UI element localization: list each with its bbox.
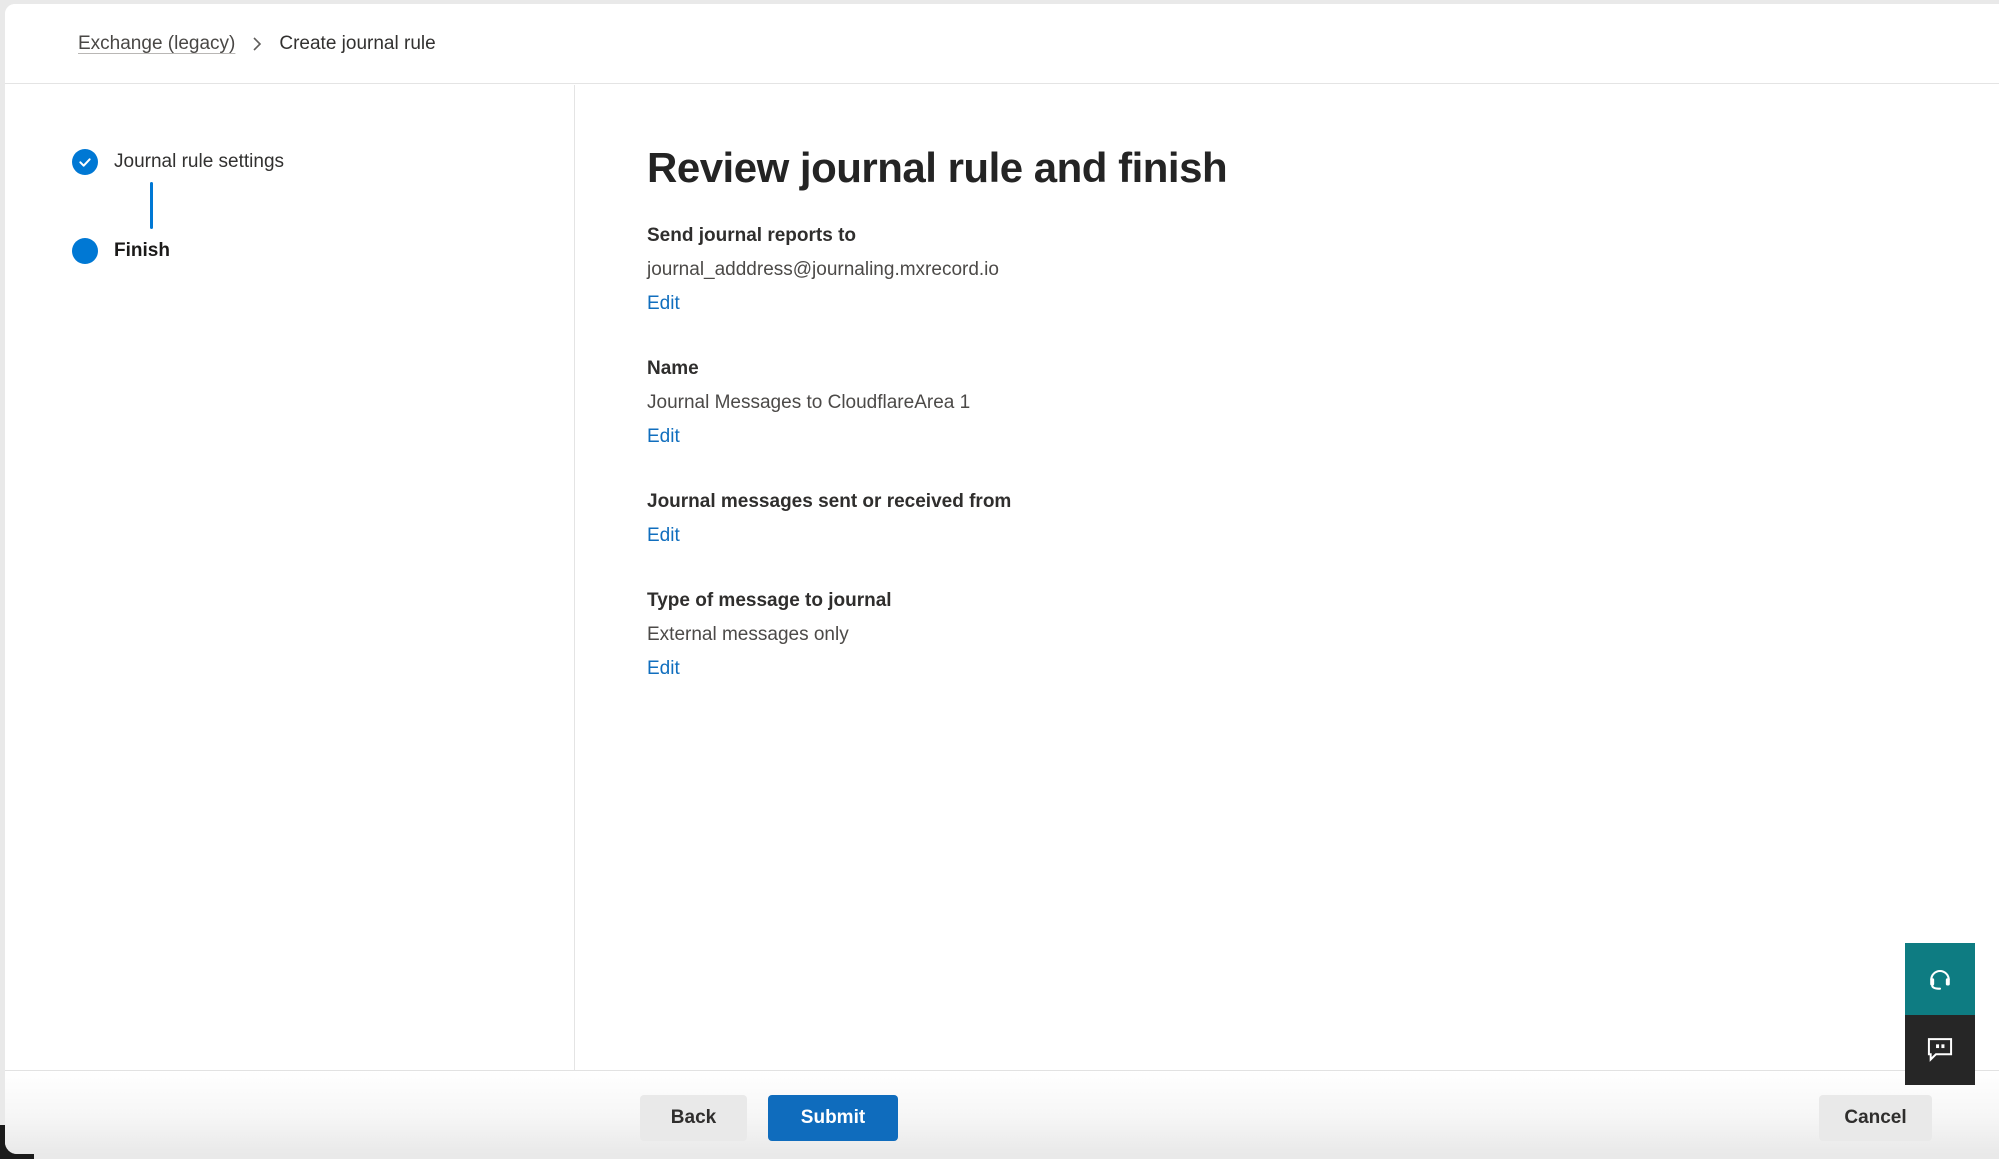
edit-journal-messages-scope-link[interactable]: Edit: [647, 525, 680, 546]
help-button[interactable]: [1905, 943, 1975, 1015]
submit-button[interactable]: Submit: [768, 1095, 898, 1141]
cancel-button[interactable]: Cancel: [1819, 1095, 1932, 1141]
wizard-step-journal-rule-settings[interactable]: Journal rule settings: [72, 149, 574, 175]
section-value: External messages only: [647, 618, 1959, 652]
back-button[interactable]: Back: [640, 1095, 747, 1141]
edit-name-link[interactable]: Edit: [647, 426, 680, 447]
review-section-name: Name Journal Messages to CloudflareArea …: [647, 352, 1959, 454]
headset-icon: [1926, 964, 1954, 995]
section-label: Journal messages sent or received from: [647, 485, 1959, 519]
wizard-steps-rail: Journal rule settings Finish: [5, 85, 575, 1070]
breadcrumb-link-exchange-legacy[interactable]: Exchange (legacy): [78, 33, 235, 55]
step-connector-line: [150, 182, 153, 229]
review-pane: Review journal rule and finish Send jour…: [575, 85, 1999, 1070]
edit-send-journal-reports-link[interactable]: Edit: [647, 293, 680, 314]
section-value: journal_adddress@journaling.mxrecord.io: [647, 253, 1959, 287]
review-section-message-type: Type of message to journal External mess…: [647, 584, 1959, 686]
review-section-journal-messages-scope: Journal messages sent or received from E…: [647, 485, 1959, 553]
edit-message-type-link[interactable]: Edit: [647, 658, 680, 679]
section-label: Name: [647, 352, 1959, 386]
review-section-send-journal-reports-to: Send journal reports to journal_adddress…: [647, 219, 1959, 321]
wizard-content: Journal rule settings Finish Review jour…: [5, 85, 1999, 1070]
section-label: Send journal reports to: [647, 219, 1959, 253]
wizard-step-label: Finish: [114, 240, 170, 262]
step-current-dot-icon: [72, 238, 98, 264]
step-completed-check-icon: [72, 149, 98, 175]
breadcrumb-current-page: Create journal rule: [279, 33, 435, 55]
wizard-step-label: Journal rule settings: [114, 151, 284, 173]
feedback-button[interactable]: [1905, 1015, 1975, 1085]
page-title: Review journal rule and finish: [647, 144, 1959, 192]
section-value: Journal Messages to CloudflareArea 1: [647, 386, 1959, 420]
breadcrumb: Exchange (legacy) Create journal rule: [5, 4, 1999, 84]
section-label: Type of message to journal: [647, 584, 1959, 618]
wizard-step-finish[interactable]: Finish: [72, 238, 574, 264]
create-journal-rule-panel: Exchange (legacy) Create journal rule Jo…: [5, 4, 1999, 1154]
chevron-right-icon: [251, 35, 263, 53]
wizard-footer: Back Submit Cancel: [5, 1070, 1999, 1154]
feedback-icon: [1926, 1035, 1954, 1066]
